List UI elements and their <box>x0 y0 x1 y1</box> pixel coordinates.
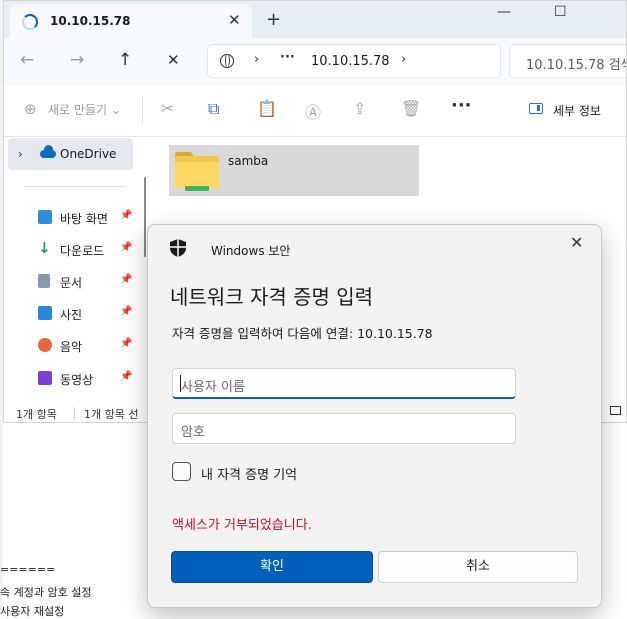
search-placeholder: 10.10.15.78 검색 <box>526 58 627 73</box>
status-divider <box>74 407 75 419</box>
sidebar-item-label: 다운로드 <box>60 244 105 258</box>
minimize-icon[interactable]: — <box>497 4 511 20</box>
new-button[interactable]: 새로 만들기 ⌄ <box>48 101 121 118</box>
loading-spinner-icon <box>22 14 38 30</box>
stop-loading-icon[interactable]: ✕ <box>167 51 180 69</box>
cancel-button[interactable]: 취소 <box>378 551 578 583</box>
command-bar: ⊕ 새로 만들기 ⌄ ✂ ⧉ 📋 Ⓐ ⇪ 🗑 ··· 세부 정보 <box>4 86 626 137</box>
sidebar-divider <box>24 186 126 187</box>
new-tab-icon[interactable]: + <box>266 9 281 30</box>
sidebar-item-pictures[interactable]: 사진 📌 <box>4 300 144 328</box>
item-count: 1개 항목 <box>16 408 57 421</box>
share-icon[interactable]: ⇪ <box>353 99 366 118</box>
up-arrow-icon[interactable]: ↑ <box>118 50 132 70</box>
breadcrumb-overflow-icon[interactable]: ··· <box>280 50 295 65</box>
delete-icon[interactable]: 🗑 <box>401 99 421 118</box>
username-field[interactable]: 사용자 이름 <box>172 368 516 399</box>
background-doc-line: 속 계정과 암호 설정 <box>0 586 92 599</box>
close-icon[interactable]: ✕ <box>570 233 583 252</box>
details-pane-icon <box>529 103 543 114</box>
search-input[interactable]: 10.10.15.78 검색 <box>509 44 627 78</box>
globe-icon <box>220 54 234 68</box>
username-placeholder: 사용자 이름 <box>181 380 245 395</box>
back-arrow-icon[interactable]: ← <box>20 50 34 70</box>
remember-credentials-label[interactable]: 내 자격 증명 기억 <box>201 464 297 483</box>
credential-dialog: Windows 보안 ✕ 네트워크 자격 증명 입력 자격 증명을 입력하여 다… <box>147 224 602 608</box>
tab-close-icon[interactable]: ✕ <box>228 11 241 29</box>
tab-current[interactable]: 10.10.15.78 ✕ <box>10 4 252 38</box>
forward-arrow-icon[interactable]: → <box>70 50 84 70</box>
error-message: 액세스가 거부되었습니다. <box>172 518 312 533</box>
view-toggle-icon[interactable] <box>610 406 621 415</box>
address-field[interactable]: › ··· 10.10.15.78 › <box>207 44 501 78</box>
onedrive-cloud-icon <box>40 145 56 158</box>
background-doc-separator: ====== <box>0 563 56 576</box>
chevron-right-icon[interactable]: › <box>254 52 259 67</box>
chevron-right-icon[interactable]: › <box>401 52 406 67</box>
folder-item-samba[interactable]: samba <box>169 145 419 196</box>
tab-title: 10.10.15.78 <box>50 14 131 28</box>
sidebar-item-documents[interactable]: 문서 📌 <box>4 268 144 296</box>
pin-icon: 📌 <box>120 274 133 285</box>
paste-icon[interactable]: 📋 <box>257 99 277 118</box>
sidebar-item-music[interactable]: 음악 📌 <box>4 332 144 360</box>
remember-credentials-checkbox[interactable] <box>172 462 191 481</box>
sidebar-item-label: 동영상 <box>60 373 94 387</box>
pin-icon: 📌 <box>120 371 133 382</box>
dialog-app-name: Windows 보안 <box>211 244 291 258</box>
chevron-right-icon[interactable]: › <box>18 147 23 161</box>
navigation-pane: › OneDrive 바탕 화면 📌 ↓ 다운로드 📌 문서 📌 사진 📌 음악… <box>4 137 152 402</box>
ok-button[interactable]: 확인 <box>171 551 373 583</box>
sidebar-item-label: 사진 <box>60 308 83 322</box>
sidebar-item-desktop[interactable]: 바탕 화면 📌 <box>4 204 144 232</box>
folder-name: samba <box>228 154 269 168</box>
download-icon: ↓ <box>38 239 51 257</box>
shield-icon <box>170 239 186 257</box>
selected-count: 1개 항목 선 <box>84 408 139 421</box>
pictures-icon <box>38 306 52 320</box>
plus-circle-icon: ⊕ <box>24 100 37 118</box>
documents-icon <box>38 274 50 288</box>
pin-icon: 📌 <box>120 306 133 317</box>
maximize-icon[interactable]: ☐ <box>554 4 567 20</box>
toolbar-divider <box>142 96 143 124</box>
password-placeholder: 암호 <box>181 425 205 440</box>
desktop-icon <box>38 210 52 224</box>
password-field[interactable]: 암호 <box>172 413 516 444</box>
sidebar-item-label: 바탕 화면 <box>60 212 108 226</box>
pin-icon: 📌 <box>120 210 133 221</box>
copy-icon[interactable]: ⧉ <box>208 99 219 119</box>
network-folder-icon <box>175 152 219 191</box>
sidebar-item-label: 음악 <box>60 340 83 354</box>
more-options-icon[interactable]: ··· <box>451 95 472 116</box>
sidebar-scrollbar[interactable] <box>144 177 146 257</box>
sidebar-item-label: 문서 <box>60 276 83 290</box>
details-button[interactable]: 세부 정보 <box>553 102 601 119</box>
videos-icon <box>38 371 52 385</box>
sidebar-item-onedrive[interactable]: › OneDrive <box>8 138 133 170</box>
dialog-title: 네트워크 자격 증명 입력 <box>170 285 374 309</box>
pin-icon: 📌 <box>120 242 133 253</box>
music-icon <box>38 338 52 352</box>
sidebar-item-downloads[interactable]: ↓ 다운로드 📌 <box>4 236 144 264</box>
tab-bar: 10.10.15.78 ✕ + — ☐ <box>4 1 626 38</box>
background-doc-line: 사용자 재설정 <box>0 605 65 618</box>
cut-icon[interactable]: ✂ <box>161 99 174 118</box>
rename-icon[interactable]: Ⓐ <box>305 99 321 123</box>
breadcrumb-path[interactable]: 10.10.15.78 <box>311 54 390 69</box>
sidebar-item-videos[interactable]: 동영상 📌 <box>4 365 144 393</box>
new-button-label: 새로 만들기 <box>48 103 108 117</box>
pin-icon: 📌 <box>120 338 133 349</box>
dialog-subtitle: 자격 증명을 입력하여 다음에 연결: 10.10.15.78 <box>172 326 433 341</box>
address-bar-row: ← → ↑ ✕ › ··· 10.10.15.78 › 10.10.15.78 … <box>4 38 626 86</box>
sidebar-item-label: OneDrive <box>60 147 117 161</box>
